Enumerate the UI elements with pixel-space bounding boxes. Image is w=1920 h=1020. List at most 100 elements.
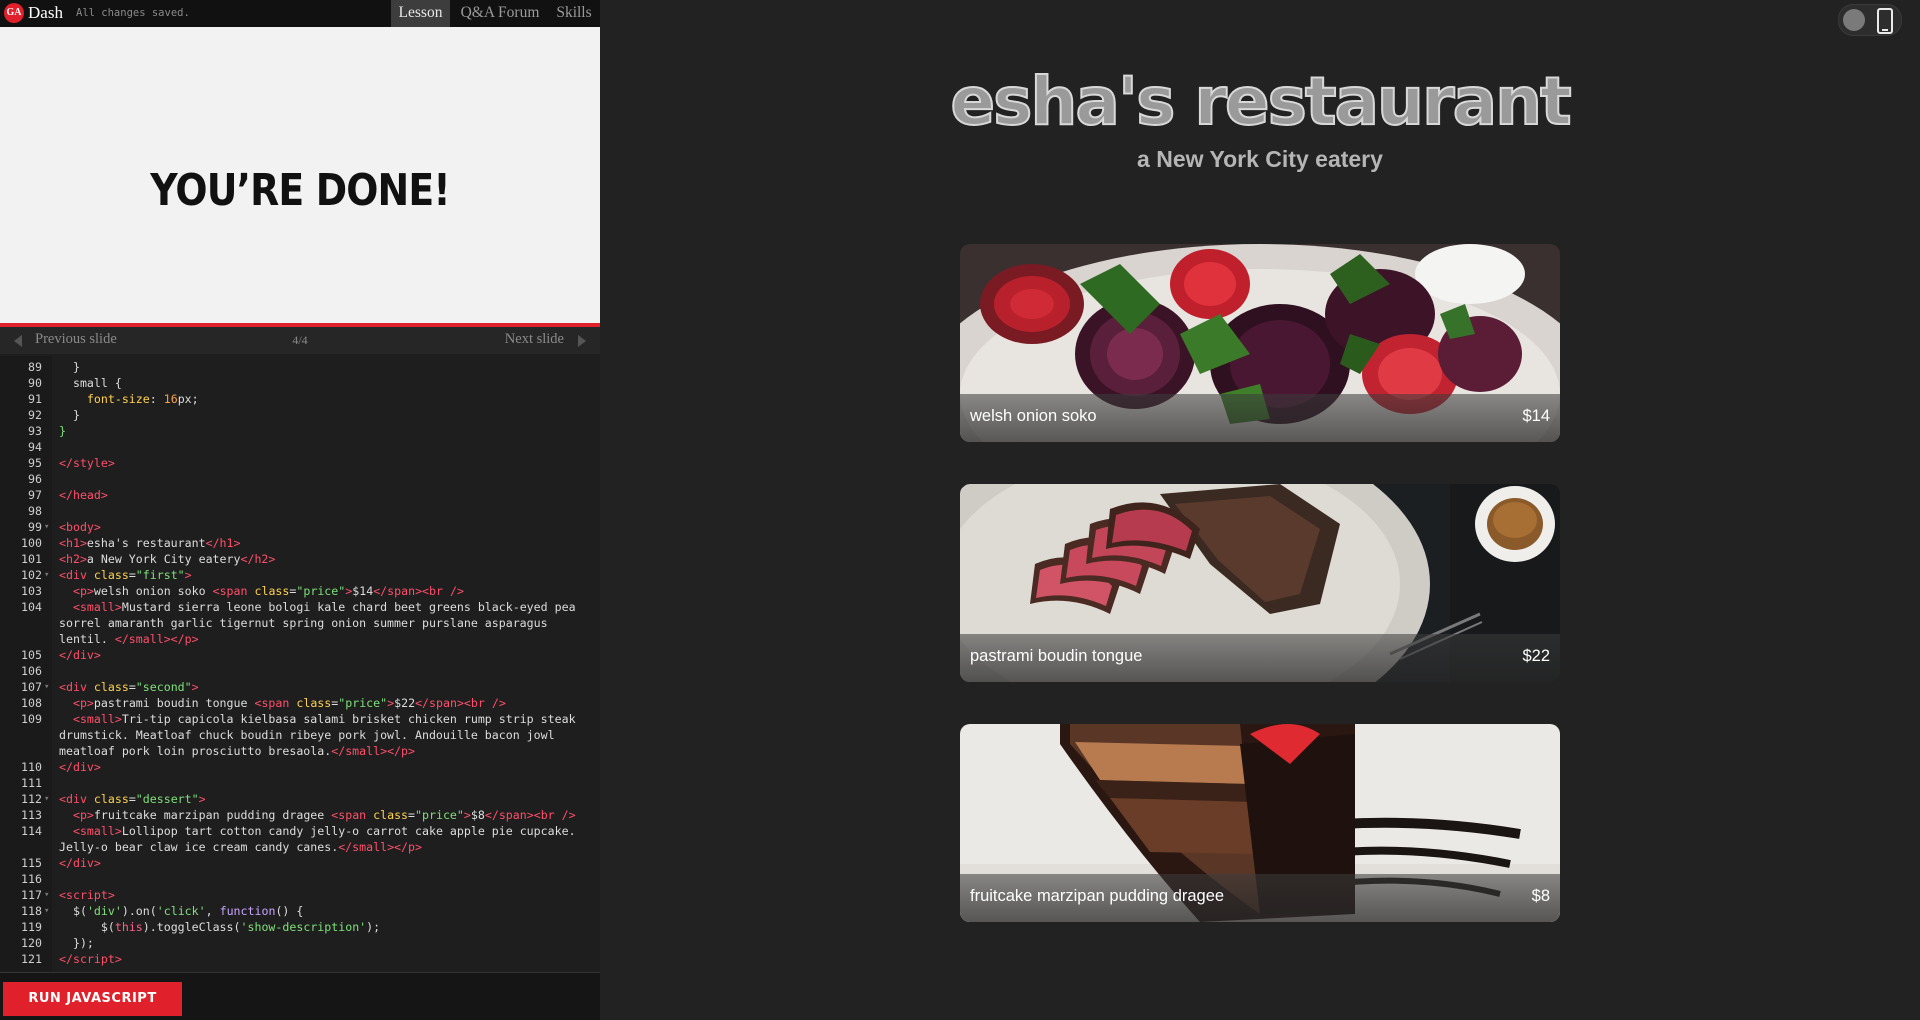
mobile-view-icon[interactable] (1877, 8, 1893, 34)
code-line[interactable]: 108 <p>pastrami boudin tongue <span clas… (0, 695, 600, 711)
code-text: <h2>a New York City eatery</h2> (59, 552, 276, 566)
slide-title: YOU’RE DONE! (150, 165, 450, 216)
save-status: All changes saved. (76, 7, 190, 19)
item-name: fruitcake marzipan pudding dragee (970, 887, 1225, 905)
code-line[interactable]: 111 (0, 775, 600, 791)
ga-logo-icon[interactable]: GA (4, 3, 24, 23)
site-subtitle: a New York City eatery (1137, 146, 1383, 172)
code-line[interactable]: 93} (0, 423, 600, 439)
code-line[interactable]: 118 ▾ $('div').on('click', function() { (0, 903, 600, 919)
code-text: font-size: 16px; (86, 392, 199, 406)
code-text: <div class="first"> (59, 568, 192, 582)
code-line[interactable]: 114 <small>Lollipop tart cotton candy je… (0, 823, 600, 855)
line-number: 94 (28, 440, 42, 454)
line-number: 109 (21, 712, 42, 726)
code-line[interactable]: 109 <small>Tri-tip capicola kielbasa sal… (0, 711, 600, 759)
line-number: 101 (21, 552, 42, 566)
code-text: <script> (59, 888, 115, 902)
code-text: <h1>esha's restaurant</h1> (59, 536, 241, 550)
line-number: 102 (21, 568, 42, 582)
code-text: <div class="second"> (59, 680, 199, 694)
tab-qa-forum[interactable]: Q&A Forum (452, 0, 548, 27)
code-line[interactable]: 113 <p>fruitcake marzipan pudding dragee… (0, 807, 600, 823)
fold-arrow-icon[interactable]: ▾ (44, 567, 49, 583)
code-line[interactable]: 106 (0, 663, 600, 679)
code-line[interactable]: 121 </script> (0, 951, 600, 967)
code-line[interactable]: 94 (0, 439, 600, 455)
site-title: esha's restaurant (949, 62, 1572, 141)
code-line[interactable]: 105 </div> (0, 647, 600, 663)
code-line[interactable]: 116 (0, 871, 600, 887)
code-line[interactable]: 97 </head> (0, 487, 600, 503)
code-line[interactable]: 98 (0, 503, 600, 519)
line-number: 93 (28, 424, 42, 438)
line-number: 104 (21, 600, 42, 614)
code-text: </div> (59, 648, 101, 662)
code-line[interactable]: 96 (0, 471, 600, 487)
code-text: } (59, 408, 80, 422)
code-text: </div> (59, 856, 101, 870)
code-text: <div class="dessert"> (59, 792, 206, 806)
tab-skills[interactable]: Skills (550, 0, 598, 27)
code-line[interactable]: 104 <small>Mustard sierra leone bologi k… (0, 599, 600, 647)
code-line[interactable]: 91 font-size: 16px; (0, 391, 600, 407)
code-text: small { (59, 376, 122, 390)
line-number: 107 (21, 680, 42, 694)
line-number: 108 (21, 696, 42, 710)
code-line[interactable]: 115 </div> (0, 855, 600, 871)
item-price: $22 (1522, 647, 1550, 665)
line-number: 117 (21, 888, 42, 902)
line-number: 111 (21, 776, 42, 790)
code-line[interactable]: 112 ▾ <div class="dessert"> (0, 791, 600, 807)
code-line[interactable]: 103 <p>welsh onion soko <span class="pri… (0, 583, 600, 599)
line-number: 114 (21, 824, 42, 838)
code-line[interactable]: 89 } (0, 359, 600, 375)
code-text: } (59, 424, 66, 438)
top-bar: GA Dash All changes saved. Lesson Q&A Fo… (0, 0, 600, 27)
code-line[interactable]: 100 <h1>esha's restaurant</h1> (0, 535, 600, 551)
code-line[interactable]: 102 ▾ <div class="first"> (0, 567, 600, 583)
code-text: <p>pastrami boudin tongue <span class="p… (72, 696, 506, 710)
code-line[interactable]: 90 small { (0, 375, 600, 391)
line-number: 91 (28, 392, 42, 406)
line-number: 98 (28, 504, 42, 518)
run-javascript-button[interactable]: RUN JAVASCRIPT (3, 982, 182, 1016)
item-price: $14 (1522, 407, 1550, 425)
line-number: 106 (21, 664, 42, 678)
lesson-panel: GA Dash All changes saved. Lesson Q&A Fo… (0, 0, 600, 1020)
desktop-view-icon[interactable] (1843, 9, 1865, 31)
fold-arrow-icon[interactable]: ▾ (44, 791, 49, 807)
code-line[interactable]: 99 ▾ <body> (0, 519, 600, 535)
code-text: $(this).toggleClass('show-description'); (59, 920, 381, 934)
menu-item-second[interactable]: pastrami boudin tongue $22 (960, 484, 1560, 682)
code-text: <small>Tri-tip capicola kielbasa salami … (59, 712, 583, 758)
code-line[interactable]: 117 ▾ <script> (0, 887, 600, 903)
code-text: <small>Lollipop tart cotton candy jelly-… (59, 824, 583, 854)
item-name: pastrami boudin tongue (970, 647, 1143, 665)
menu-item-dessert[interactable]: fruitcake marzipan pudding dragee $8 (960, 724, 1560, 922)
code-line[interactable]: 92 } (0, 407, 600, 423)
line-number: 105 (21, 648, 42, 662)
code-line[interactable]: 95 </style> (0, 455, 600, 471)
code-text: </script> (59, 952, 122, 966)
tab-lesson[interactable]: Lesson (391, 0, 450, 27)
code-editor[interactable]: 89 } 90 small {91 font-size: 16px; 92 } 93}… (0, 356, 600, 971)
line-number: 110 (21, 760, 42, 774)
code-line[interactable]: 120 }); (0, 935, 600, 951)
fold-arrow-icon[interactable]: ▾ (44, 679, 49, 695)
code-line[interactable]: 110 </div> (0, 759, 600, 775)
device-toggle[interactable] (1838, 4, 1902, 36)
code-line[interactable]: 107 ▾ <div class="second"> (0, 679, 600, 695)
code-text: </head> (59, 488, 108, 502)
fold-arrow-icon[interactable]: ▾ (44, 903, 49, 919)
code-line[interactable]: 119 $(this).toggleClass('show-descriptio… (0, 919, 600, 935)
code-text: <p>fruitcake marzipan pudding dragee <sp… (72, 808, 576, 822)
next-slide-button[interactable]: Next slide (505, 331, 564, 348)
code-line[interactable]: 101 <h2>a New York City eatery</h2> (0, 551, 600, 567)
fold-arrow-icon[interactable]: ▾ (44, 887, 49, 903)
menu-item-first[interactable]: welsh onion soko $14 (960, 244, 1560, 442)
editor-toolbar: RUN JAVASCRIPT (0, 972, 600, 1020)
fold-arrow-icon[interactable]: ▾ (44, 519, 49, 535)
line-number: 103 (21, 584, 42, 598)
next-arrow-icon[interactable] (578, 335, 586, 347)
